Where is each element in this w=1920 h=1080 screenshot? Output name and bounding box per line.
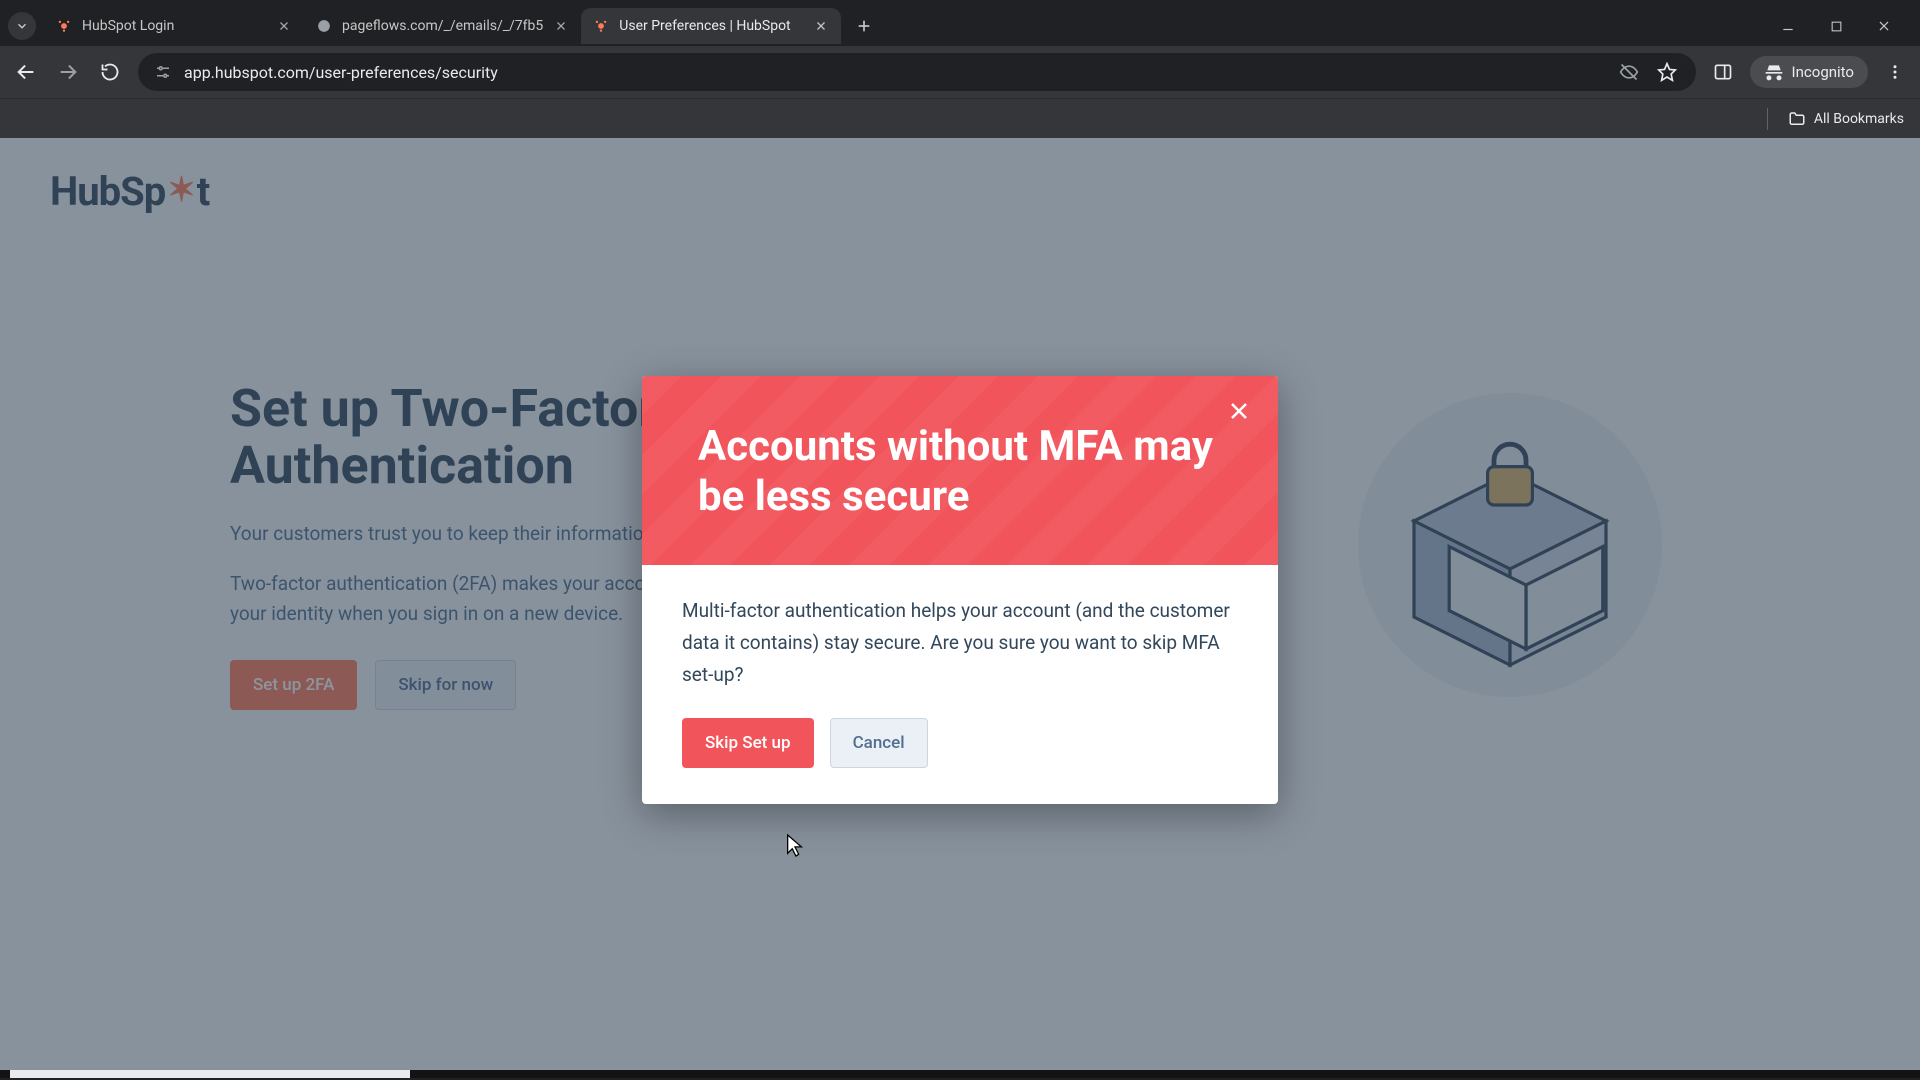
tab-title: HubSpot Login [82, 18, 266, 34]
browser-toolbar: Incognito [0, 46, 1920, 98]
close-icon [1227, 399, 1251, 423]
all-bookmarks-button[interactable]: All Bookmarks [1788, 110, 1904, 128]
tab-title: User Preferences | HubSpot [619, 18, 803, 34]
tab-pageflows[interactable]: pageflows.com/_/emails/_/7fb5 [304, 8, 581, 44]
eye-off-icon [1619, 62, 1639, 82]
modal-body: Multi-factor authentication helps your a… [642, 565, 1278, 804]
chrome-menu-button[interactable] [1882, 59, 1908, 85]
tab-user-preferences[interactable]: User Preferences | HubSpot [581, 8, 841, 44]
panel-icon [1713, 62, 1733, 82]
page-viewport: HubSp✶t Set up Two-Factor Authentication… [0, 138, 1920, 1078]
window-minimize-button[interactable] [1778, 16, 1798, 36]
incognito-indicator[interactable]: Incognito [1750, 56, 1868, 88]
reload-icon [100, 62, 120, 82]
hubspot-favicon-icon [56, 18, 72, 34]
tab-search-button[interactable] [8, 12, 36, 40]
generic-favicon-icon [316, 18, 332, 34]
nav-forward-button[interactable] [54, 58, 82, 86]
skip-setup-button[interactable]: Skip Set up [682, 718, 814, 768]
nav-reload-button[interactable] [96, 58, 124, 86]
chevron-down-icon [15, 19, 29, 33]
address-bar[interactable] [138, 53, 1696, 91]
tab-close-button[interactable] [813, 18, 829, 34]
window-close-button[interactable] [1874, 16, 1894, 36]
tab-close-button[interactable] [276, 18, 292, 34]
close-icon [555, 20, 567, 32]
site-settings-button[interactable] [154, 63, 172, 81]
arrow-right-icon [57, 61, 79, 83]
folder-icon [1788, 110, 1806, 128]
modal-title: Accounts without MFA may be less secure [698, 422, 1222, 523]
tab-strip: HubSpot Login pageflows.com/_/emails/_/7… [0, 0, 1920, 46]
star-icon [1657, 62, 1677, 82]
modal-text: Multi-factor authentication helps your a… [682, 595, 1238, 692]
modal-close-button[interactable] [1222, 394, 1256, 428]
incognito-label: Incognito [1792, 63, 1854, 81]
tab-hubspot-login[interactable]: HubSpot Login [44, 8, 304, 44]
maximize-icon [1830, 20, 1843, 33]
eye-off-button[interactable] [1616, 59, 1642, 85]
tab-close-button[interactable] [553, 18, 569, 34]
new-tab-button[interactable] [849, 11, 879, 41]
bookmarks-bar: All Bookmarks [0, 98, 1920, 138]
url-input[interactable] [184, 63, 1604, 82]
close-icon [278, 20, 290, 32]
bookmark-star-button[interactable] [1654, 59, 1680, 85]
minimize-icon [1781, 19, 1795, 33]
tune-icon [154, 63, 172, 81]
all-bookmarks-label: All Bookmarks [1814, 111, 1904, 127]
browser-chrome: HubSpot Login pageflows.com/_/emails/_/7… [0, 0, 1920, 138]
cancel-button[interactable]: Cancel [830, 718, 928, 768]
divider [1767, 108, 1768, 130]
modal-header: Accounts without MFA may be less secure [642, 376, 1278, 565]
arrow-left-icon [15, 61, 37, 83]
incognito-icon [1764, 62, 1784, 82]
tab-title: pageflows.com/_/emails/_/7fb5 [342, 18, 543, 34]
close-icon [815, 20, 827, 32]
nav-back-button[interactable] [12, 58, 40, 86]
modal-actions: Skip Set up Cancel [682, 718, 1238, 768]
mfa-skip-modal: Accounts without MFA may be less secure … [642, 376, 1278, 804]
kebab-icon [1886, 63, 1904, 81]
toolbar-right: Incognito [1710, 56, 1908, 88]
side-panel-button[interactable] [1710, 59, 1736, 85]
taskbar-hint [0, 1070, 1920, 1078]
close-icon [1877, 19, 1891, 33]
window-controls [1778, 16, 1912, 36]
window-maximize-button[interactable] [1826, 16, 1846, 36]
hubspot-favicon-icon [593, 18, 609, 34]
plus-icon [856, 18, 872, 34]
